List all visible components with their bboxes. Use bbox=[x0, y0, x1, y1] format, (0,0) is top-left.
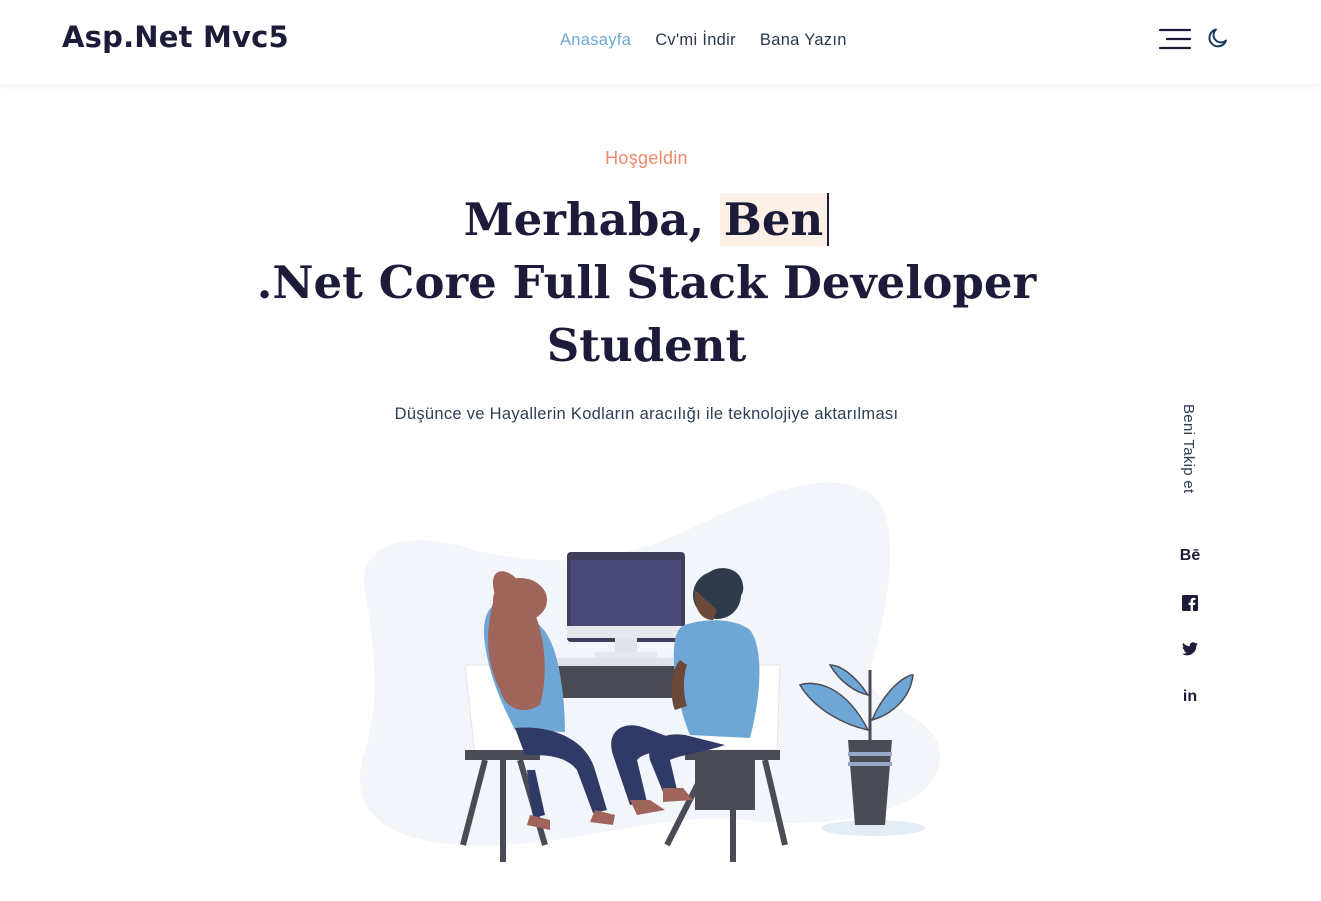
site-header: Asp.Net Mvc5 Anasayfa Cv'mi İndir Bana Y… bbox=[0, 0, 1321, 84]
twitter-icon[interactable] bbox=[1178, 642, 1202, 662]
hero-title-line2: .Net Core Full Stack Developer bbox=[256, 256, 1037, 309]
follow-label: Beni Takip et bbox=[1180, 404, 1197, 494]
nav-item-cv-indir[interactable]: Cv'mi İndir bbox=[655, 31, 736, 50]
hero-title-line3: Student bbox=[546, 319, 747, 372]
facebook-icon[interactable] bbox=[1178, 595, 1202, 615]
nav-item-bana-yazin[interactable]: Bana Yazın bbox=[760, 31, 847, 50]
two-people-at-computer-illustration bbox=[345, 470, 945, 870]
hero-title-highlight: Ben bbox=[719, 193, 830, 246]
hero-title-prefix: Merhaba, bbox=[463, 193, 705, 246]
hamburger-menu-icon[interactable] bbox=[1158, 27, 1192, 51]
moon-icon[interactable] bbox=[1206, 26, 1230, 50]
main-nav: Anasayfa Cv'mi İndir Bana Yazın bbox=[560, 31, 847, 50]
hero-greeting: Hoşgeldin bbox=[605, 148, 688, 168]
brand-logo[interactable]: Asp.Net Mvc5 bbox=[62, 20, 289, 54]
nav-item-anasayfa[interactable]: Anasayfa bbox=[560, 31, 631, 50]
behance-icon[interactable]: Bē bbox=[1178, 547, 1202, 567]
hero-title: Merhaba, Ben .Net Core Full Stack Develo… bbox=[0, 188, 1293, 377]
linkedin-icon[interactable]: in bbox=[1178, 688, 1202, 708]
hero-description: Düşünce ve Hayallerin Kodların aracılığı… bbox=[394, 405, 899, 423]
